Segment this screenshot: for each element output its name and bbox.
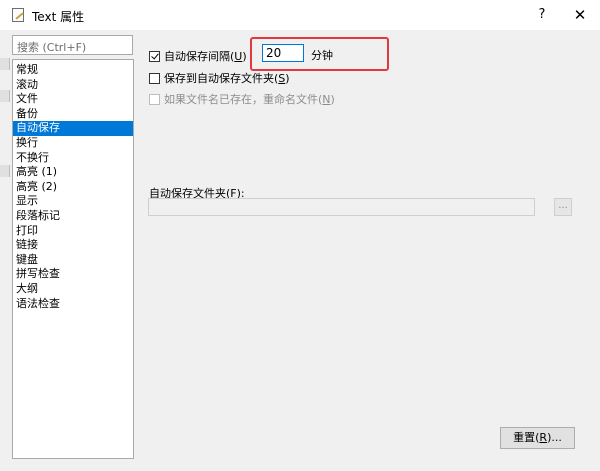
category-item[interactable]: 不换行: [13, 151, 133, 166]
save-to-folder-label: 保存到自动保存文件夹(S): [164, 72, 290, 85]
search-input[interactable]: 搜索 (Ctrl+F): [12, 35, 133, 55]
category-item[interactable]: 显示: [13, 194, 133, 209]
category-item[interactable]: 拼写检查: [13, 267, 133, 282]
rename-if-exists-label: 如果文件名已存在，重命名文件(N): [164, 93, 335, 106]
category-item[interactable]: 文件: [13, 92, 133, 107]
category-item[interactable]: 自动保存: [13, 121, 133, 136]
save-to-folder-option[interactable]: 保存到自动保存文件夹(S): [149, 70, 290, 86]
category-item[interactable]: 链接: [13, 238, 133, 253]
annotation-highlight-box: [250, 37, 389, 71]
window-title: Text 属性: [32, 10, 85, 24]
autosave-interval-option[interactable]: 自动保存间隔(U): [149, 48, 247, 64]
rename-if-exists-option[interactable]: 如果文件名已存在，重命名文件(N): [149, 91, 335, 107]
category-item[interactable]: 段落标记: [13, 209, 133, 224]
category-item[interactable]: 高亮 (1): [13, 165, 133, 180]
close-button[interactable]: ✕: [570, 5, 590, 25]
category-list[interactable]: 常规 滚动 文件 备份 自动保存 换行 不换行 高亮 (1) 高亮 (2) 显示 段落标记 打印 链接键…: [12, 59, 134, 459]
category-item[interactable]: 语法检查: [13, 297, 133, 312]
notepad-app-icon: [12, 8, 24, 22]
category-item[interactable]: 滚动: [13, 78, 133, 93]
background-window-fragment: [0, 90, 10, 102]
background-window-edge: [0, 30, 10, 471]
category-item[interactable]: 换行: [13, 136, 133, 151]
category-item[interactable]: 高亮 (2): [13, 180, 133, 195]
category-item[interactable]: 常规: [13, 63, 133, 78]
help-button[interactable]: ?: [532, 5, 552, 25]
category-item[interactable]: 备份: [13, 107, 133, 122]
autosave-interval-checkbox[interactable]: [149, 50, 160, 62]
background-window-fragment: [0, 165, 10, 177]
category-item[interactable]: 键盘: [13, 253, 133, 268]
category-item[interactable]: 打印: [13, 224, 133, 239]
background-window-fragment: [0, 58, 10, 70]
rename-if-exists-checkbox[interactable]: [149, 93, 160, 105]
autosave-folder-input[interactable]: [148, 198, 535, 216]
autosave-interval-label: 自动保存间隔(U): [164, 50, 247, 63]
reset-button[interactable]: 重置(R)...: [500, 427, 575, 449]
browse-folder-button[interactable]: ...: [554, 198, 572, 216]
category-item[interactable]: 大纲: [13, 282, 133, 297]
save-to-folder-checkbox[interactable]: [149, 72, 160, 84]
title-bar: Text 属性 ? ✕: [0, 0, 600, 30]
